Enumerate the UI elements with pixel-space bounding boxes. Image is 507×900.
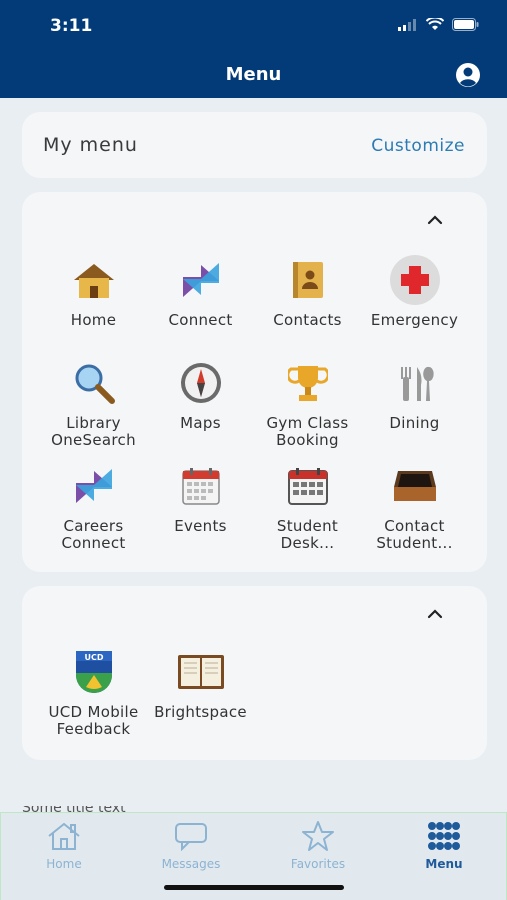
battery-icon bbox=[452, 18, 479, 31]
menu-item-label: Connect bbox=[168, 311, 233, 329]
home-icon bbox=[1, 819, 127, 853]
menu-item-label: Contacts bbox=[273, 311, 342, 329]
menu-item-emergency[interactable]: Emergency bbox=[361, 254, 468, 329]
tab-home[interactable]: Home bbox=[1, 819, 127, 871]
tab-favorites[interactable]: Favorites bbox=[255, 819, 381, 871]
menu-item-maps[interactable]: Maps bbox=[147, 357, 254, 432]
wifi-icon bbox=[426, 18, 444, 30]
menu-item-contact-student[interactable]: Contact Student... bbox=[361, 460, 468, 552]
connect-arrows-icon bbox=[175, 254, 227, 306]
tab-messages[interactable]: Messages bbox=[128, 819, 254, 871]
menu-item-label: Maps bbox=[180, 414, 221, 432]
menu-section-feedback: UCD UCD Mobile Feedback Brightspace bbox=[22, 586, 487, 760]
menu-item-label: Library OneSearch bbox=[51, 414, 136, 449]
ucd-crest-icon: UCD bbox=[68, 646, 120, 698]
menu-item-label: Gym Class Booking bbox=[266, 414, 349, 449]
grid-dots-icon bbox=[381, 819, 507, 853]
tab-label: Messages bbox=[161, 857, 221, 871]
signal-icon bbox=[398, 18, 416, 31]
book-icon bbox=[175, 646, 227, 698]
menu-item-connect[interactable]: Connect bbox=[147, 254, 254, 329]
address-book-icon bbox=[282, 254, 334, 306]
menu-item-gym-class-booking[interactable]: Gym Class Booking bbox=[254, 357, 361, 449]
calendar-icon bbox=[175, 460, 227, 512]
inbox-tray-icon bbox=[389, 460, 441, 512]
menu-item-library-onesearch[interactable]: Library OneSearch bbox=[40, 357, 147, 449]
menu-item-label: Contact Student... bbox=[376, 517, 453, 552]
calendar-icon bbox=[282, 460, 334, 512]
page-title: Menu bbox=[225, 64, 282, 85]
header-bar: Menu bbox=[0, 50, 507, 98]
menu-item-events[interactable]: Events bbox=[147, 460, 254, 535]
trophy-icon bbox=[282, 357, 334, 409]
home-indicator[interactable] bbox=[164, 885, 344, 890]
chat-bubble-icon bbox=[128, 819, 254, 853]
menu-item-ucd-mobile-feedback[interactable]: UCD UCD Mobile Feedback bbox=[40, 646, 147, 738]
menu-item-label: Home bbox=[70, 311, 117, 329]
menu-section-main: Home Connect Contacts Emergency Library … bbox=[22, 192, 487, 572]
tab-menu[interactable]: Menu bbox=[381, 819, 507, 871]
tab-label: Favorites bbox=[290, 857, 346, 871]
compass-icon bbox=[175, 357, 227, 409]
tab-label: Home bbox=[46, 857, 82, 871]
menu-item-label: Careers Connect bbox=[61, 517, 126, 552]
menu-item-label: Student Desk... bbox=[276, 517, 339, 552]
customize-button[interactable]: Customize bbox=[371, 136, 465, 156]
status-time: 3:11 bbox=[50, 16, 93, 36]
menu-item-label: Brightspace bbox=[154, 703, 247, 721]
menu-item-contacts[interactable]: Contacts bbox=[254, 254, 361, 329]
tab-label: Menu bbox=[425, 857, 463, 871]
profile-icon[interactable] bbox=[455, 62, 481, 88]
menu-item-label: UCD Mobile Feedback bbox=[48, 703, 139, 738]
magnifier-icon bbox=[68, 357, 120, 409]
my-menu-card: My menu Customize bbox=[22, 112, 487, 178]
connect-arrows-icon bbox=[68, 460, 120, 512]
menu-item-label: Events bbox=[174, 517, 227, 535]
chevron-up-icon[interactable] bbox=[425, 210, 445, 230]
star-icon bbox=[255, 819, 381, 853]
cutlery-icon bbox=[389, 357, 441, 409]
menu-item-student-desk[interactable]: Student Desk... bbox=[254, 460, 361, 552]
chevron-up-icon[interactable] bbox=[425, 604, 445, 624]
status-bar: 3:11 bbox=[0, 0, 507, 50]
red-cross-icon bbox=[389, 254, 441, 306]
my-menu-title: My menu bbox=[43, 134, 138, 156]
menu-item-home[interactable]: Home bbox=[40, 254, 147, 329]
menu-item-label: Dining bbox=[389, 414, 440, 432]
menu-item-careers-connect[interactable]: Careers Connect bbox=[40, 460, 147, 552]
menu-item-dining[interactable]: Dining bbox=[361, 357, 468, 432]
svg-text:UCD: UCD bbox=[84, 653, 103, 662]
menu-item-label: Emergency bbox=[370, 311, 459, 329]
house-icon bbox=[68, 254, 120, 306]
status-icons bbox=[398, 18, 479, 31]
menu-item-brightspace[interactable]: Brightspace bbox=[147, 646, 254, 721]
